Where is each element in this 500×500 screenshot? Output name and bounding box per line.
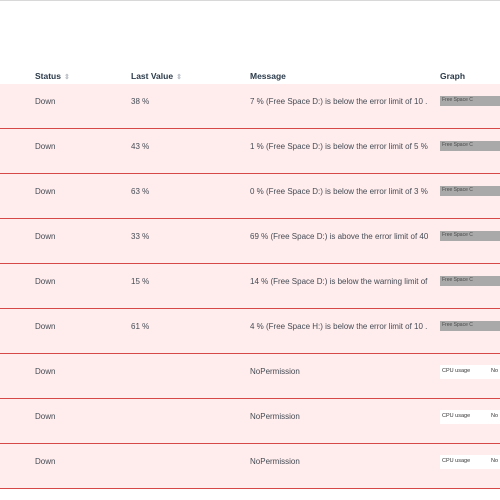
status-cell: Down: [35, 367, 56, 376]
top-toolbar: [0, 0, 500, 49]
status-cell: Down: [35, 277, 56, 286]
table-row[interactable]: Down 15 % 14 % (Free Space D:) is below …: [0, 264, 500, 309]
message-cell: 69 % (Free Space D:) is above the error …: [250, 232, 428, 241]
table-row[interactable]: Down 38 % 7 % (Free Space D:) is below t…: [0, 84, 500, 129]
table-row[interactable]: Down NoPermission CPU usage No: [0, 399, 500, 444]
graph-value: No: [491, 368, 499, 374]
table-header: Status ⇕ Last Value ⇕ Message Graph: [0, 48, 500, 84]
graph-label: Free Space C: [442, 277, 473, 283]
last-value-cell: 15 %: [131, 277, 150, 286]
graph-label: Free Space C: [442, 322, 473, 328]
graph-bar[interactable]: Free Space C: [440, 141, 500, 151]
column-header-status[interactable]: Status ⇕: [35, 48, 70, 84]
cpu-usage-graph[interactable]: CPU usage No: [440, 410, 500, 424]
status-cell: Down: [35, 97, 56, 106]
column-header-graph: Graph: [440, 48, 465, 84]
graph-label: Free Space C: [442, 232, 473, 238]
status-cell: Down: [35, 232, 56, 241]
cpu-usage-graph[interactable]: CPU usage No: [440, 365, 500, 379]
column-header-last-value-label: Last Value: [131, 71, 174, 81]
last-value-cell: 33 %: [131, 232, 150, 241]
sort-arrows-icon: ⇕: [63, 74, 70, 81]
graph-label: CPU usage: [442, 413, 471, 419]
graph-label: Free Space C: [442, 97, 473, 103]
graph-label: Free Space C: [442, 187, 473, 193]
table-row[interactable]: Down 61 % 4 % (Free Space H:) is below t…: [0, 309, 500, 354]
graph-bar[interactable]: Free Space C: [440, 231, 500, 241]
sort-arrows-icon: ⇕: [176, 74, 182, 81]
last-value-cell: 43 %: [131, 142, 150, 151]
graph-label: CPU usage: [442, 368, 471, 374]
message-cell: 4 % (Free Space H:) is below the error l…: [250, 322, 428, 331]
message-cell: NoPermission: [250, 457, 300, 466]
message-cell: 7 % (Free Space D:) is below the error l…: [250, 97, 428, 106]
last-value-cell: 61 %: [131, 322, 150, 331]
last-value-cell: 38 %: [131, 97, 150, 106]
graph-bar[interactable]: Free Space C: [440, 276, 500, 286]
table-row[interactable]: Down NoPermission CPU usage No: [0, 354, 500, 399]
last-value-cell: 63 %: [131, 187, 150, 196]
graph-label: CPU usage: [442, 458, 471, 464]
status-cell: Down: [35, 187, 56, 196]
graph-bar[interactable]: Free Space C: [440, 321, 500, 331]
graph-bar[interactable]: Free Space C: [440, 96, 500, 106]
column-header-message-label: Message: [250, 71, 286, 81]
status-cell: Down: [35, 322, 56, 331]
column-header-message: Message: [250, 48, 286, 84]
graph-label: Free Space C: [442, 142, 473, 148]
status-cell: Down: [35, 142, 56, 151]
table-row[interactable]: Down 63 % 0 % (Free Space D:) is below t…: [0, 174, 500, 219]
graph-value: No: [491, 458, 499, 464]
status-cell: Down: [35, 457, 56, 466]
status-cell: Down: [35, 412, 56, 421]
table-row[interactable]: Down 33 % 69 % (Free Space D:) is above …: [0, 219, 500, 264]
graph-bar[interactable]: Free Space C: [440, 186, 500, 196]
column-header-graph-label: Graph: [440, 71, 466, 81]
message-cell: 1 % (Free Space D:) is below the error l…: [250, 142, 428, 151]
column-header-last-value[interactable]: Last Value ⇕: [131, 48, 182, 84]
graph-value: No: [491, 413, 499, 419]
message-cell: NoPermission: [250, 367, 300, 376]
message-cell: 0 % (Free Space D:) is below the error l…: [250, 187, 428, 196]
table-row[interactable]: Down NoPermission CPU usage No: [0, 444, 500, 489]
message-cell: NoPermission: [250, 412, 300, 421]
cpu-usage-graph[interactable]: CPU usage No: [440, 455, 500, 469]
sensor-list: Down 38 % 7 % (Free Space D:) is below t…: [0, 84, 500, 489]
column-header-status-label: Status: [35, 71, 61, 81]
message-cell: 14 % (Free Space D:) is below the warnin…: [250, 277, 428, 286]
table-row[interactable]: Down 43 % 1 % (Free Space D:) is below t…: [0, 129, 500, 174]
